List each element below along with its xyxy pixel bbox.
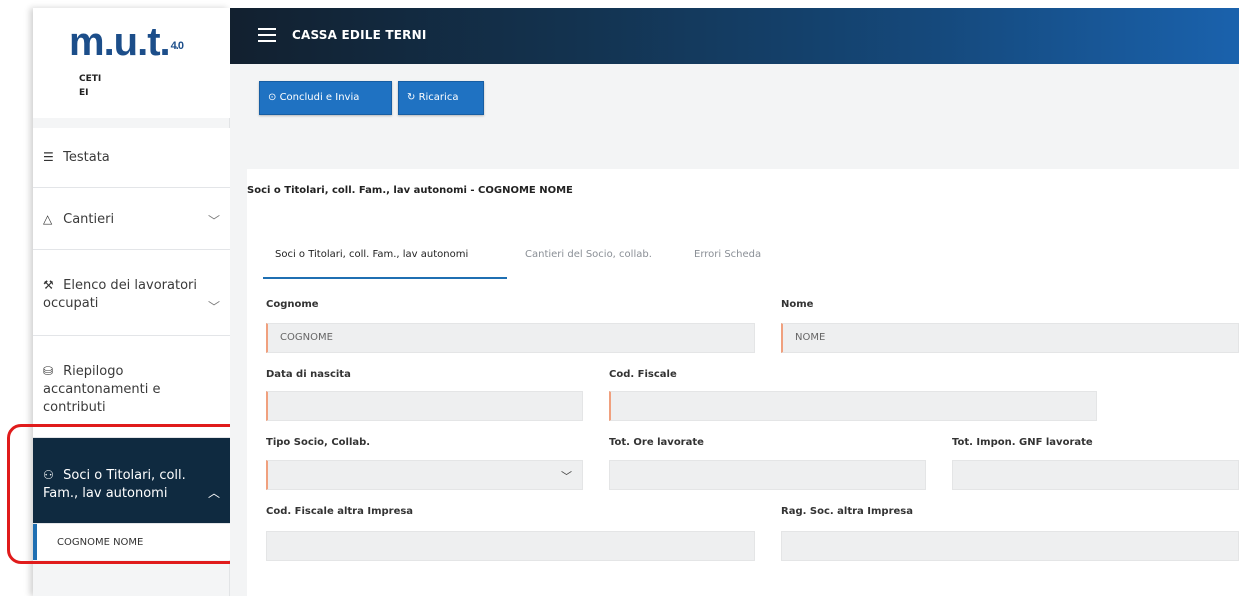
cognome-label: Cognome xyxy=(266,299,319,310)
org-name-line1: CETI xyxy=(79,74,102,84)
tab-cantieri-socio[interactable]: Cantieri del Socio, collab. xyxy=(525,249,652,260)
tot-impon-field xyxy=(952,460,1239,490)
rag-soc-label: Rag. Soc. altra Impresa xyxy=(781,506,913,517)
topbar: CASSA EDILE TERNI xyxy=(230,8,1239,64)
logo-text: m.u.t. xyxy=(69,20,171,64)
nome-field[interactable]: NOME xyxy=(781,323,1239,353)
workers-icon: ⚒ xyxy=(43,278,54,292)
sidebar-item-label: occupati xyxy=(43,296,99,311)
active-tab-indicator xyxy=(263,277,507,279)
app-title: CASSA EDILE TERNI xyxy=(292,28,427,42)
main-content: ⊙ Concludi e Invia ↻ Ricarica Soci o Tit… xyxy=(230,64,1239,596)
panel-title: Soci o Titolari, coll. Fam., lav autonom… xyxy=(247,185,573,196)
sidebar-subitem-cognome-nome[interactable]: COGNOME NOME xyxy=(33,524,230,560)
sidebar-item-cantieri[interactable]: △ Cantieri ﹀ xyxy=(33,188,230,250)
tot-ore-field xyxy=(609,460,926,490)
coins-icon: ⛁ xyxy=(43,364,54,378)
hamburger-menu-icon[interactable] xyxy=(258,28,276,42)
sidebar-item-label: Fam., lav autonomi xyxy=(43,486,168,501)
cod-fiscale-field[interactable] xyxy=(609,391,1097,421)
users-icon: ⚇ xyxy=(43,468,54,482)
sidebar-item-soci[interactable]: ⚇ Soci o Titolari, coll. Fam., lav auton… xyxy=(33,438,230,524)
cf-altra-impresa-label: Cod. Fiscale altra Impresa xyxy=(266,506,414,517)
rag-soc-field[interactable] xyxy=(781,531,1239,561)
logo-version: 4.0 xyxy=(170,40,184,52)
sidebar-item-label: Soci o Titolari, coll. xyxy=(63,468,186,483)
chevron-up-icon: ︿ xyxy=(207,486,220,500)
tipo-socio-select[interactable]: ﹀ xyxy=(266,460,583,490)
chevron-down-icon: ﹀ xyxy=(207,300,220,314)
cf-altra-impresa-field[interactable] xyxy=(266,531,755,561)
logo-area: m.u.t.4.0 CETI EI xyxy=(33,8,230,118)
tab-soci[interactable]: Soci o Titolari, coll. Fam., lav autonom… xyxy=(275,249,468,260)
sidebar-item-lavoratori[interactable]: ⚒ Elenco dei lavoratori occupati ﹀ xyxy=(33,250,230,336)
tot-ore-label: Tot. Ore lavorate xyxy=(609,437,704,448)
tipo-socio-label: Tipo Socio, Collab. xyxy=(266,437,371,448)
data-nascita-label: Data di nascita xyxy=(266,369,351,380)
cognome-field[interactable]: COGNOME xyxy=(266,323,755,353)
data-nascita-field[interactable] xyxy=(266,391,583,421)
org-name-line2: EI xyxy=(79,88,89,98)
detail-panel: Soci o Titolari, coll. Fam., lav autonom… xyxy=(247,169,1239,596)
chevron-down-icon: ﹀ xyxy=(561,470,572,483)
sidebar: m.u.t.4.0 CETI EI ☰ Testata △ Cantieri ﹀… xyxy=(33,8,230,596)
sidebar-item-label: contributi xyxy=(43,400,106,415)
concludi-invia-button[interactable]: ⊙ Concludi e Invia xyxy=(259,81,392,115)
helmet-icon: △ xyxy=(43,212,53,226)
sidebar-item-label: Elenco dei lavoratori xyxy=(63,278,197,293)
sidebar-item-label: accantonamenti e xyxy=(43,382,161,397)
chevron-down-icon: ﹀ xyxy=(207,214,220,228)
cod-fiscale-label: Cod. Fiscale xyxy=(609,369,677,380)
ricarica-button[interactable]: ↻ Ricarica xyxy=(398,81,484,115)
app-logo: m.u.t.4.0 xyxy=(69,20,184,64)
sidebar-item-testata[interactable]: ☰ Testata xyxy=(33,128,230,188)
nome-label: Nome xyxy=(781,299,814,310)
sidebar-item-label: Cantieri xyxy=(63,212,115,227)
tab-bar: Soci o Titolari, coll. Fam., lav autonom… xyxy=(247,239,1239,283)
tab-errori-scheda[interactable]: Errori Scheda xyxy=(694,249,761,260)
refresh-icon: ↻ xyxy=(407,92,416,103)
sidebar-menu: ☰ Testata △ Cantieri ﹀ ⚒ Elenco dei lavo… xyxy=(33,128,230,560)
sidebar-item-riepilogo[interactable]: ⛁ Riepilogo accantonamenti e contributi xyxy=(33,336,230,438)
sidebar-item-label: Testata xyxy=(63,150,110,165)
button-label: Ricarica xyxy=(418,92,459,103)
list-icon: ☰ xyxy=(43,150,54,164)
check-circle-icon: ⊙ xyxy=(268,92,277,103)
button-label: Concludi e Invia xyxy=(279,92,360,103)
sidebar-item-label: Riepilogo xyxy=(63,364,124,379)
tot-impon-label: Tot. Impon. GNF lavorate xyxy=(952,437,1093,448)
